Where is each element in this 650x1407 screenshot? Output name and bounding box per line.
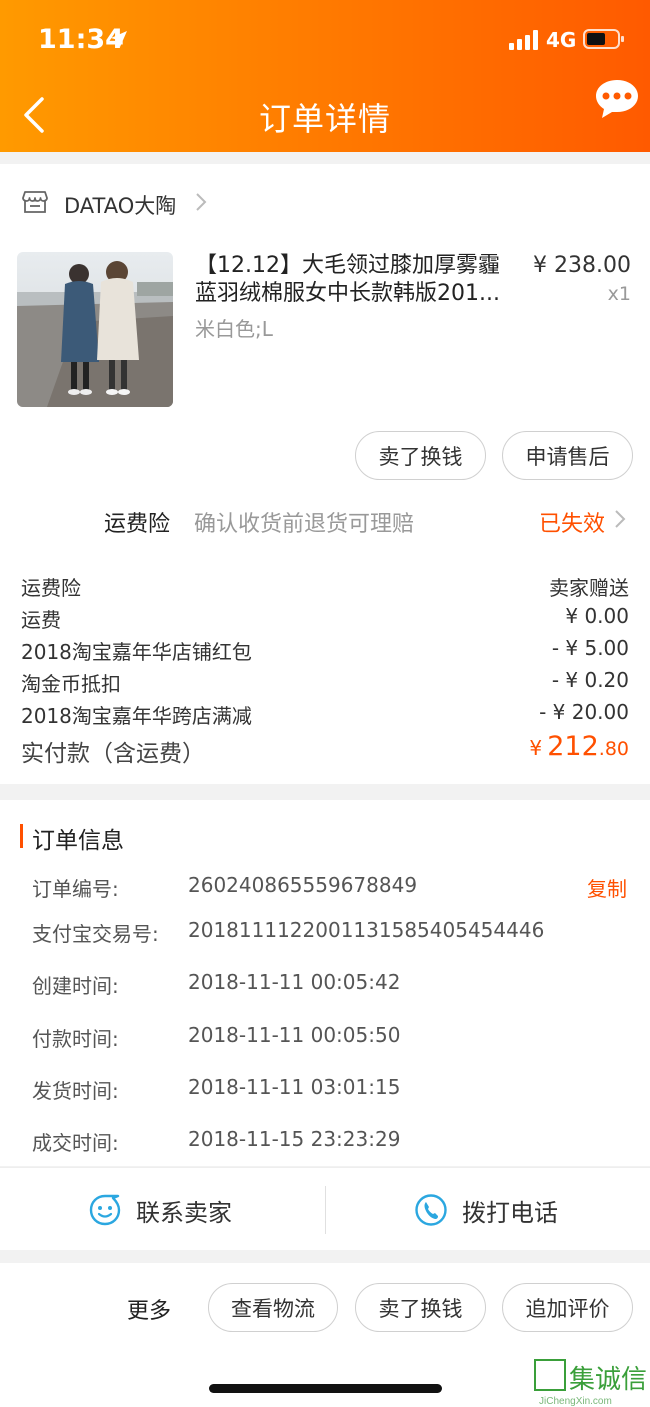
- add-review-button[interactable]: 追加评价: [502, 1283, 633, 1332]
- signal-icon: [509, 30, 538, 50]
- chevron-right-icon[interactable]: [613, 509, 626, 529]
- order-info-value: 2018-11-11 00:05:50: [188, 1023, 401, 1047]
- shipping-insurance-status[interactable]: 已失效: [539, 506, 605, 538]
- fee-value: - ¥ 0.20: [551, 668, 629, 692]
- product-sku: 米白色;L: [195, 317, 273, 341]
- order-info-label: 订单编号:: [32, 877, 119, 901]
- contact-divider: [325, 1186, 326, 1234]
- fee-value: - ¥ 5.00: [551, 636, 629, 660]
- shop-icon: [22, 191, 48, 213]
- order-info-title: 订单信息: [32, 828, 124, 854]
- chevron-right-icon[interactable]: [194, 192, 208, 212]
- order-info-value: 2018111122001131585405454446: [188, 918, 545, 942]
- order-info-value: 260240865559678849: [188, 873, 418, 897]
- fee-row: 2018淘宝嘉年华店铺红包 - ¥ 5.00: [21, 636, 629, 666]
- location-arrow-icon: [111, 31, 127, 47]
- order-info-value: 2018-11-11 00:05:42: [188, 970, 401, 994]
- order-info-value: 2018-11-11 03:01:15: [188, 1075, 401, 1099]
- chat-face-icon: [89, 1194, 121, 1226]
- order-info-label: 成交时间:: [32, 1131, 119, 1155]
- phone-icon: [415, 1194, 447, 1226]
- total-label: 实付款（含运费）: [21, 741, 205, 767]
- order-info-label: 支付宝交易号:: [32, 922, 159, 946]
- order-info-label: 创建时间:: [32, 974, 119, 998]
- resell-button-bottom[interactable]: 卖了换钱: [355, 1283, 486, 1332]
- message-more-icon[interactable]: [594, 78, 640, 120]
- call-phone-label: 拨打电话: [462, 1198, 558, 1227]
- total-decimal: .80: [598, 738, 629, 760]
- section-accent-bar: [20, 824, 23, 848]
- product-title-line2: 蓝羽绒棉服女中长款韩版201...: [195, 281, 500, 306]
- home-indicator[interactable]: [209, 1384, 442, 1393]
- total-integer: 212: [547, 731, 599, 762]
- contact-seller-button[interactable]: 联系卖家: [88, 1192, 232, 1228]
- fee-value: - ¥ 20.00: [539, 700, 629, 724]
- contact-seller-label: 联系卖家: [136, 1198, 232, 1227]
- page-title: 订单详情: [258, 100, 391, 138]
- total-currency: ¥: [529, 736, 543, 760]
- product-title-line1: 【12.12】大毛领过膝加厚雾霾: [195, 253, 500, 278]
- fee-row: 淘金币抵扣 - ¥ 0.20: [21, 668, 629, 698]
- fee-label: 2018淘宝嘉年华跨店满减: [21, 704, 252, 728]
- shop-name[interactable]: DATAO大陶: [64, 190, 176, 220]
- fee-value: ¥ 0.00: [565, 604, 629, 628]
- product-thumbnail[interactable]: [17, 252, 173, 407]
- product-price: ¥ 238.00: [533, 253, 631, 278]
- product-qty: x1: [607, 283, 631, 305]
- resell-button[interactable]: 卖了换钱: [355, 431, 486, 480]
- fee-row: 运费险 卖家赠送: [21, 572, 629, 602]
- call-phone-button[interactable]: 拨打电话: [414, 1192, 558, 1228]
- fee-row: 2018淘宝嘉年华跨店满减 - ¥ 20.00: [21, 700, 629, 730]
- more-button[interactable]: 更多: [127, 1293, 171, 1325]
- network-label: 4G: [546, 28, 577, 52]
- order-info-value: 2018-11-15 23:23:29: [188, 1127, 401, 1151]
- battery-icon: [583, 29, 624, 49]
- order-info-label: 付款时间:: [32, 1027, 119, 1051]
- fee-row: 运费 ¥ 0.00: [21, 604, 629, 634]
- watermark-text: 集诚信: [569, 1365, 647, 1395]
- fee-label: 2018淘宝嘉年华店铺红包: [21, 640, 252, 664]
- shipping-insurance-desc: 确认收货前退货可理赔: [194, 512, 415, 537]
- order-info-label: 发货时间:: [32, 1079, 119, 1103]
- watermark-sub: JiChengXin.com: [539, 1396, 612, 1407]
- apply-after-sale-button[interactable]: 申请售后: [502, 431, 633, 480]
- fee-label: 淘金币抵扣: [21, 672, 121, 696]
- shipping-insurance-label: 运费险: [104, 512, 171, 537]
- product-title[interactable]: 【12.12】大毛领过膝加厚雾霾 蓝羽绒棉服女中长款韩版201...: [195, 252, 510, 308]
- total-amount: ¥ 212.80: [529, 731, 629, 762]
- watermark-logo: 集诚信 JiChengXin.com: [534, 1359, 647, 1407]
- fee-value: 卖家赠送: [549, 576, 629, 600]
- copy-button[interactable]: 复制: [587, 873, 627, 902]
- fee-label: 运费险: [21, 576, 81, 600]
- header: 11:34 4G 订单详情: [0, 0, 650, 152]
- fee-label: 运费: [21, 608, 61, 632]
- view-logistics-button[interactable]: 查看物流: [208, 1283, 338, 1332]
